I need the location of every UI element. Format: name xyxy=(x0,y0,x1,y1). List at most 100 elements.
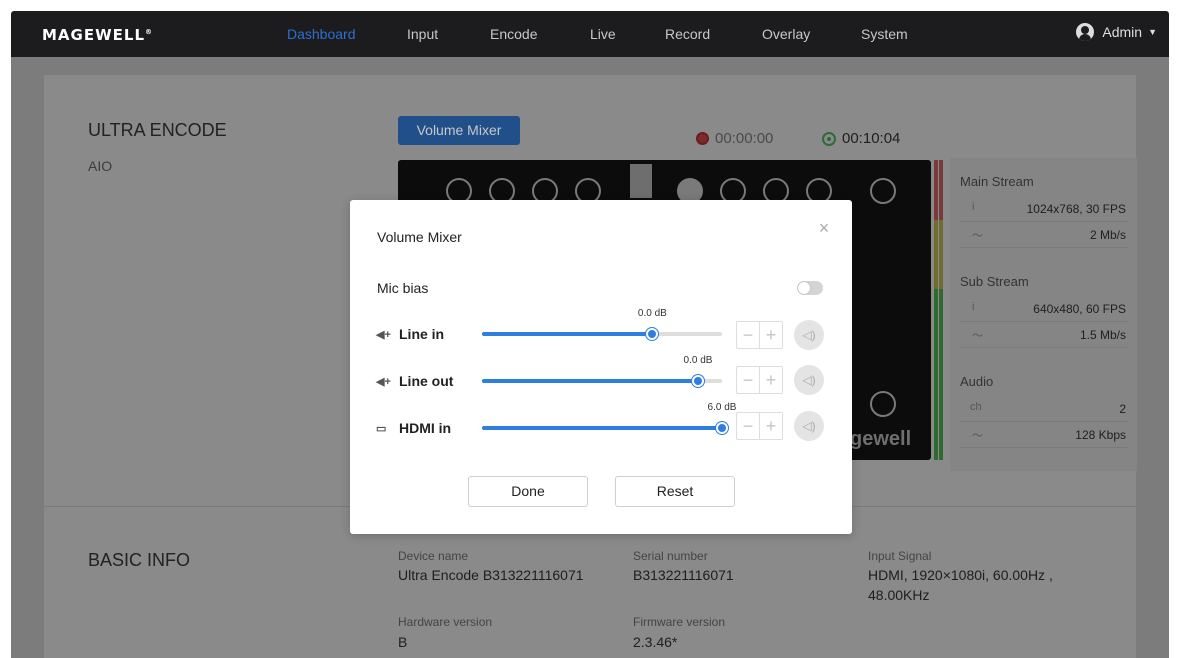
nav-record[interactable]: Record xyxy=(665,26,710,42)
volume-mixer-button[interactable]: Volume Mixer xyxy=(398,116,520,145)
main-stream-bitrate-row: 〜 2 Mb/s xyxy=(960,222,1128,248)
bitrate-icon: 〜 xyxy=(972,430,983,442)
speaker-icon: ◁) xyxy=(802,328,816,342)
audio-bitrate: 128 Kbps xyxy=(1075,428,1126,442)
reset-button[interactable]: Reset xyxy=(615,476,735,507)
audio-title: Audio xyxy=(960,374,994,389)
slider-handle[interactable] xyxy=(692,375,704,387)
speaker-icon: ◁) xyxy=(802,373,816,387)
device-subtitle: AIO xyxy=(88,158,113,174)
line-in-name: Line in xyxy=(399,326,445,342)
slider-fill xyxy=(482,379,698,383)
firmware-version-label: Firmware version xyxy=(633,615,726,629)
magewell-logo[interactable]: MAGEWELL® xyxy=(42,26,153,44)
input-signal-label: Input Signal xyxy=(868,549,932,563)
line-in-icon: ◀+ xyxy=(376,328,391,341)
record-timer: 00:00:00 xyxy=(696,130,773,147)
preview-circle xyxy=(870,178,896,204)
input-signal-value-2: 48.00KHz xyxy=(868,587,930,603)
device-title: ULTRA ENCODE xyxy=(88,120,227,140)
device-name-value: Ultra Encode B313221116071 xyxy=(398,567,584,583)
audio-channels-row: ch 2 xyxy=(960,396,1128,422)
record-time: 00:00:00 xyxy=(715,130,774,147)
nav-live[interactable]: Live xyxy=(590,26,616,42)
slider-handle[interactable] xyxy=(646,328,659,340)
plus-icon[interactable]: + xyxy=(760,413,782,439)
audio-bitrate-row: 〜 128 Kbps xyxy=(960,422,1128,448)
stream-stats-panel: Main Stream i 1024x768, 30 FPS 〜 2 Mb/s … xyxy=(950,158,1137,471)
speaker-icon: ◁) xyxy=(802,419,816,433)
top-navbar: MAGEWELL® Dashboard Input Encode Live Re… xyxy=(11,11,1169,57)
nav-overlay[interactable]: Overlay xyxy=(762,26,810,42)
user-name: Admin xyxy=(1102,24,1143,40)
device-name-label: Device name xyxy=(398,549,469,563)
bitrate-icon: 〜 xyxy=(972,230,983,242)
input-signal-value: HDMI, 1920×1080i, 60.00Hz , xyxy=(868,567,1053,583)
line-in-slider[interactable]: 0.0 dB xyxy=(482,308,722,340)
nav-system[interactable]: System xyxy=(861,26,908,42)
main-stream-resolution: 1024x768, 30 FPS xyxy=(1026,202,1126,216)
sub-stream-bitrate-row: 〜 1.5 Mb/s xyxy=(960,322,1128,348)
minus-icon[interactable]: − xyxy=(737,367,760,393)
line-out-icon: ◀+ xyxy=(376,375,391,388)
info-icon: i xyxy=(972,301,975,313)
live-time: 00:10:04 xyxy=(842,130,901,147)
slider-db-label: 0.0 dB xyxy=(637,308,667,319)
hdmi-in-mute-button[interactable]: ◁) xyxy=(794,411,824,441)
hardware-version-label: Hardware version xyxy=(398,615,493,629)
close-icon[interactable]: × xyxy=(816,219,832,237)
audio-meter-left xyxy=(934,160,938,460)
plus-icon[interactable]: + xyxy=(760,367,782,393)
slider-fill xyxy=(482,332,653,336)
nav-input[interactable]: Input xyxy=(407,26,438,42)
mic-bias-label: Mic bias xyxy=(377,280,429,296)
serial-number-value: B313221116071 xyxy=(633,567,734,583)
user-icon xyxy=(1076,23,1095,41)
line-in-stepper[interactable]: − + xyxy=(736,321,783,349)
line-out-name: Line out xyxy=(399,373,454,389)
nav-encode[interactable]: Encode xyxy=(490,26,537,42)
sub-stream-resolution: 640x480, 60 FPS xyxy=(1033,302,1126,316)
minus-icon[interactable]: − xyxy=(737,322,760,348)
live-timer: 00:10:04 xyxy=(822,130,900,147)
line-in-label: ◀+ Line in xyxy=(376,326,444,342)
line-in-mute-button[interactable]: ◁) xyxy=(794,320,824,350)
hdmi-in-label: ▭ HDMI in xyxy=(376,420,451,436)
done-button[interactable]: Done xyxy=(468,476,588,507)
slider-db-label: 0.0 dB xyxy=(683,355,713,366)
minus-icon[interactable]: − xyxy=(737,413,760,439)
sub-stream-title: Sub Stream xyxy=(960,274,1029,289)
line-out-slider[interactable]: 0.0 dB xyxy=(482,355,722,387)
audio-channels: 2 xyxy=(1119,402,1126,416)
main-stream-resolution-row: i 1024x768, 30 FPS xyxy=(960,196,1128,222)
slider-handle[interactable] xyxy=(716,422,728,434)
hdmi-in-slider[interactable]: 6.0 dB xyxy=(482,402,736,434)
line-out-stepper[interactable]: − + xyxy=(736,366,783,394)
line-out-label: ◀+ Line out xyxy=(376,373,453,389)
firmware-version-value: 2.3.46* xyxy=(633,634,678,650)
slider-db-label: 6.0 dB xyxy=(707,402,737,413)
serial-number-label: Serial number xyxy=(633,549,708,563)
user-menu[interactable]: Admin ▼ xyxy=(1076,23,1157,41)
plus-icon[interactable]: + xyxy=(760,322,782,348)
channel-label: ch xyxy=(970,401,982,413)
slider-fill xyxy=(482,426,722,430)
sub-stream-bitrate: 1.5 Mb/s xyxy=(1079,328,1126,342)
line-out-mute-button[interactable]: ◁) xyxy=(794,365,824,395)
preview-circle xyxy=(870,391,896,417)
hdmi-in-name: HDMI in xyxy=(399,420,452,436)
nav-dashboard[interactable]: Dashboard xyxy=(287,26,356,42)
hdmi-in-stepper[interactable]: − + xyxy=(736,412,783,440)
caret-down-icon: ▼ xyxy=(1148,27,1157,37)
hdmi-icon: ▭ xyxy=(376,422,387,435)
main-stream-title: Main Stream xyxy=(960,174,1034,189)
basic-info-title: BASIC INFO xyxy=(88,550,191,570)
live-icon xyxy=(822,131,836,146)
hardware-version-value: B xyxy=(398,634,408,650)
preview-shape xyxy=(630,164,652,198)
volume-mixer-dialog: Volume Mixer × Mic bias ◀+ Line in 0.0 d… xyxy=(350,200,852,534)
mic-bias-toggle[interactable] xyxy=(797,281,823,295)
preview-brand-text: gewell xyxy=(850,428,912,450)
record-icon xyxy=(696,132,709,145)
sub-stream-resolution-row: i 640x480, 60 FPS xyxy=(960,296,1128,322)
